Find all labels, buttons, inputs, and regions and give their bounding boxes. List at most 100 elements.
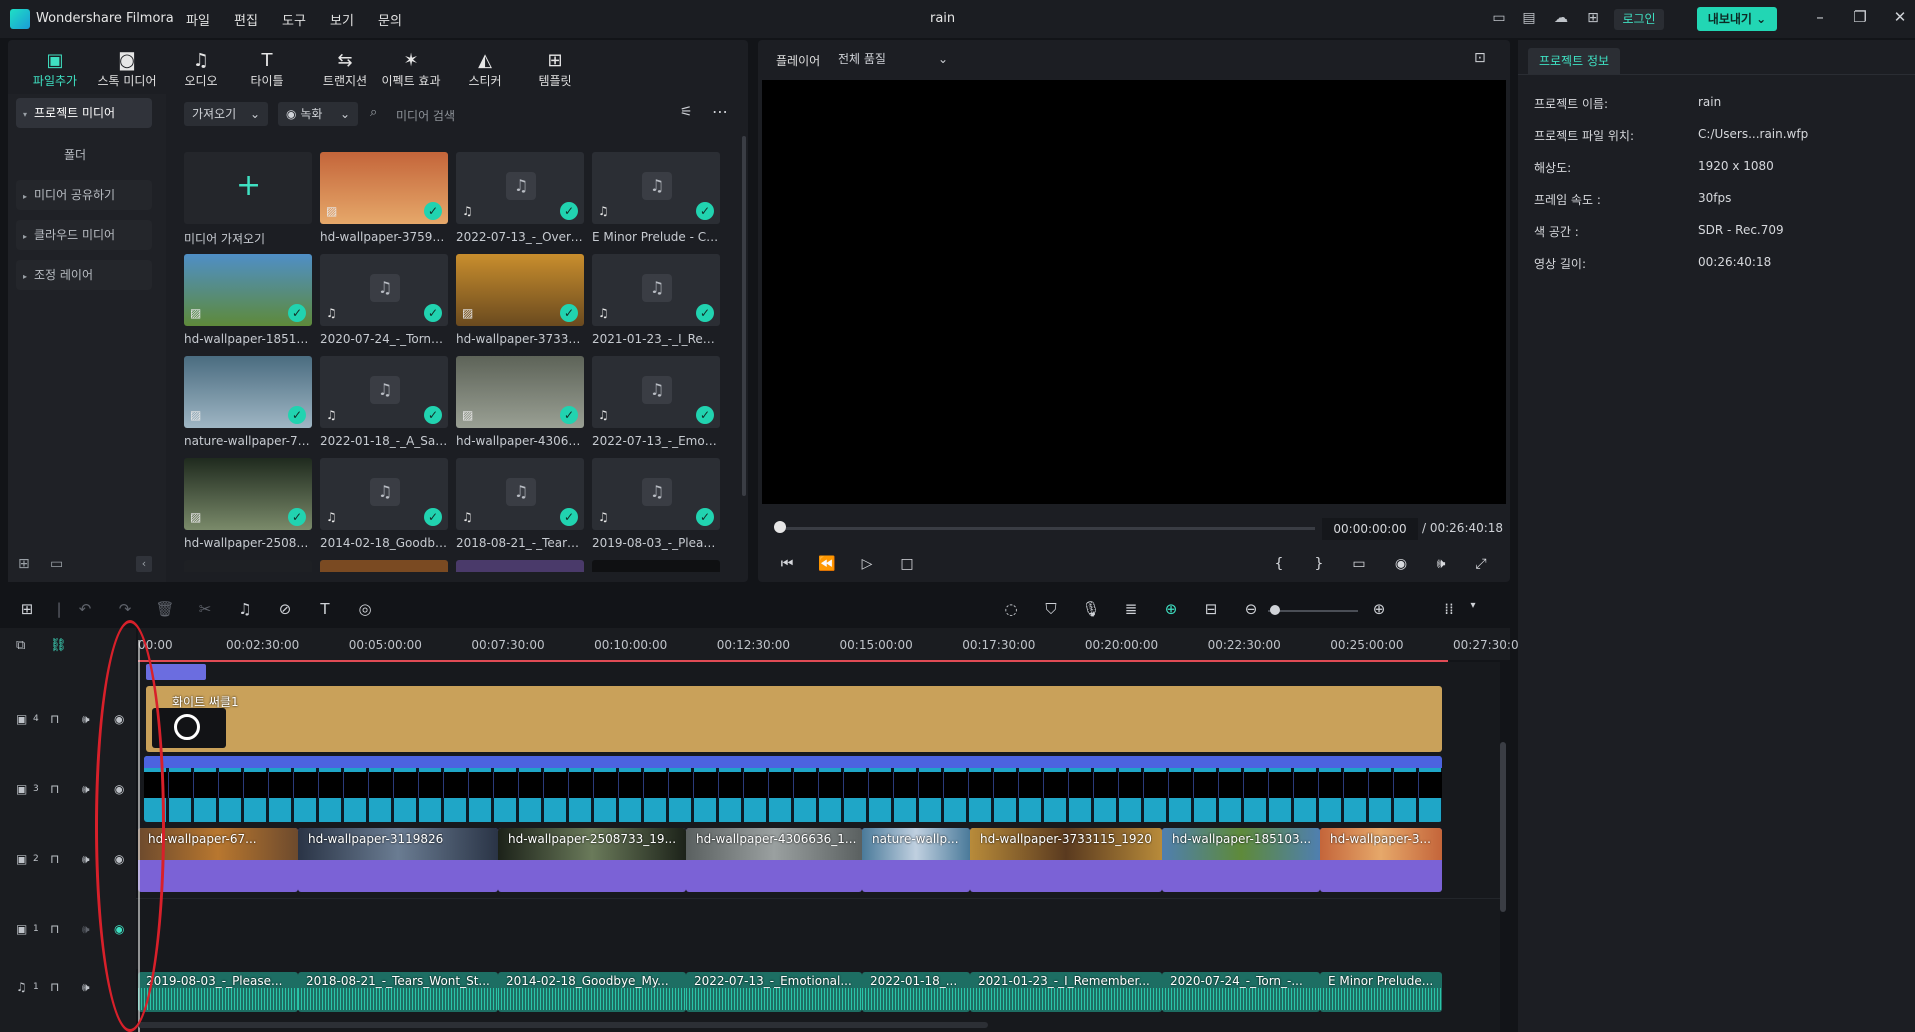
layout-switch-icon[interactable]: ⊞ (16, 600, 38, 620)
snap-icon[interactable]: ⊕ (1160, 600, 1182, 620)
video-clip[interactable]: nature-wallp... (862, 828, 970, 892)
layout-icon[interactable]: ▭ (1490, 10, 1508, 26)
sidebar-item-cloud[interactable]: ▸ 클라우드 미디어 (16, 220, 152, 250)
video-clip[interactable]: hd-wallpaper-4306636_1... (686, 828, 862, 892)
fullscreen-icon[interactable]: ⤢ (1470, 556, 1492, 576)
zoom-slider-knob[interactable] (1270, 605, 1280, 615)
microphone-icon[interactable]: 🎙 (1080, 600, 1102, 620)
video-clip[interactable]: hd-wallpaper-2508733_19... (498, 828, 686, 892)
lock-icon[interactable]: ⊓ (50, 712, 59, 726)
video-clip[interactable]: hd-wallpaper-3733115_1920 (970, 828, 1162, 892)
restore-icon[interactable]: ❐ (1848, 8, 1872, 28)
audio-clip[interactable]: 2021-01-23_-_I_Remember... (970, 972, 1162, 1012)
link-icon[interactable]: ⛓ (50, 638, 67, 653)
timeline-ruler[interactable] (138, 628, 1510, 660)
media-scrollbar[interactable] (742, 136, 746, 496)
speaker-icon[interactable]: 🕪 (82, 712, 90, 727)
close-icon[interactable]: ✕ (1888, 8, 1912, 28)
login-button[interactable]: 로그인 (1614, 9, 1664, 30)
speaker-icon[interactable]: 🕪 (82, 782, 90, 797)
new-folder-icon[interactable]: ⊞ (18, 556, 30, 572)
more-icon[interactable]: ⋯ (712, 102, 728, 121)
media-item[interactable]: ♫ ♫ ✓ 2018-08-21_-_Tears_... (456, 458, 584, 560)
tab-title[interactable]: T 타이틀 (236, 50, 298, 89)
delete-icon[interactable]: 🗑 (154, 600, 176, 620)
collapse-sidebar-icon[interactable]: ‹ (136, 556, 152, 572)
media-item[interactable]: ♫ ♫ ✓ 2019-08-03_-_Please... (592, 458, 720, 560)
chevron-down-icon[interactable]: ▾ (1462, 600, 1484, 620)
media-item[interactable]: ♫ ♫ ✓ 2020-07-24_-_Torn_-... (320, 254, 448, 356)
audio-clip[interactable]: 2020-07-24_-_Torn_-... (1162, 972, 1320, 1012)
zoom-out-icon[interactable]: ⊖ (1240, 600, 1262, 620)
folder-icon[interactable]: ▭ (50, 556, 63, 572)
media-item[interactable]: ♫ ♫ ✓ 2021-01-23_-_I_Rem... (592, 254, 720, 356)
media-item[interactable]: ▨ ✓ hd-wallpaper-250873... (184, 458, 312, 560)
sidebar-item-share[interactable]: ▸ 미디어 공유하기 (16, 180, 152, 210)
redo-icon[interactable]: ↷ (114, 600, 136, 620)
audio-clip[interactable]: 2019-08-03_-_Please... (138, 972, 298, 1012)
top-clip-strip[interactable] (146, 664, 206, 680)
sidebar-project-media[interactable]: ▾ 프로젝트 미디어 (16, 98, 152, 128)
step-back-icon[interactable]: ⏪ (816, 556, 838, 576)
media-item[interactable]: ▨ ✓ nature-wallpaper-746... (184, 356, 312, 458)
add-track-icon[interactable]: ⧉ (16, 638, 25, 653)
tab-template[interactable]: ⊞ 템플릿 (524, 50, 586, 89)
play-icon[interactable]: ▷ (856, 556, 878, 576)
title-clip[interactable]: 화이트 써클1 (146, 686, 1442, 752)
volume-icon[interactable]: 🕪 (1430, 556, 1452, 576)
audio-icon[interactable]: ♫ (234, 600, 256, 620)
render-icon[interactable]: ◌ (1000, 600, 1022, 620)
filter-icon[interactable]: ⚟ (680, 104, 693, 120)
lock-icon[interactable]: ⊓ (50, 782, 59, 796)
export-button[interactable]: 내보내기 ⌄ (1697, 7, 1777, 31)
tab-media[interactable]: ▣ 파일추가 (24, 50, 86, 89)
empty-track-1[interactable] (136, 898, 1500, 969)
snapshot-icon[interactable]: ◉ (1390, 556, 1412, 576)
menu-file[interactable]: 파일 (186, 10, 210, 29)
tab-sticker[interactable]: ◭ 스티커 (454, 50, 516, 89)
playhead-knob[interactable] (774, 521, 786, 533)
media-item[interactable]: ♫ ♫ ✓ 2022-01-18_-_A_Sad... (320, 356, 448, 458)
cloud-upload-icon[interactable]: ☁ (1552, 10, 1570, 26)
tab-project-info[interactable]: 프로젝트 정보 (1528, 48, 1620, 74)
tab-music[interactable]: ♫ 오디오 (170, 50, 232, 89)
audio-clip[interactable]: E Minor Prelude... (1320, 972, 1442, 1012)
menu-help[interactable]: 문의 (378, 10, 402, 29)
minimize-icon[interactable]: – (1808, 8, 1832, 28)
import-dropdown[interactable]: 가져오기 ⌄ (184, 102, 268, 126)
audio-clip[interactable]: 2018-08-21_-_Tears_Wont_St... (298, 972, 498, 1012)
lock-icon[interactable]: ⊓ (50, 922, 59, 936)
tab-effects[interactable]: ✶ 이펙트 효과 (380, 50, 442, 89)
media-item[interactable]: ▨ ✓ hd-wallpaper-430663... (456, 356, 584, 458)
media-item[interactable]: ♫ ♫ ✓ 2022-07-13_-_Overc... (456, 152, 584, 254)
save-icon[interactable]: ▤ (1520, 10, 1538, 26)
apps-grid-icon[interactable]: ⊞ (1584, 10, 1602, 26)
sidebar-folder[interactable]: 폴더 (64, 146, 86, 163)
video-clip[interactable]: hd-wallpaper-3119826 (298, 828, 498, 892)
stop-icon[interactable]: □ (896, 556, 918, 576)
media-item[interactable]: ▨ ✓ hd-wallpaper-185103... (184, 254, 312, 356)
prev-frame-icon[interactable]: ⏮ (776, 556, 798, 576)
audio-clip[interactable]: 2022-01-18_... (862, 972, 970, 1012)
timeline-vertical-scrollbar[interactable] (1500, 742, 1506, 912)
zoom-slider[interactable] (1268, 610, 1358, 612)
color-icon[interactable]: ◎ (354, 600, 376, 620)
media-item[interactable]: + 미디어 가져오기 (184, 152, 312, 254)
fit-icon[interactable]: ⊟ (1200, 600, 1222, 620)
media-item[interactable]: ▨ ✓ hd-wallpaper-375957... (320, 152, 448, 254)
speaker-icon[interactable]: 🕪 (82, 980, 90, 995)
audio-clip[interactable]: 2014-02-18_Goodbye_My... (498, 972, 686, 1012)
cut-icon[interactable]: ✂ (194, 600, 216, 620)
playback-progress[interactable] (780, 527, 1315, 530)
mark-in-icon[interactable]: { (1268, 556, 1290, 576)
text-icon[interactable]: T (314, 600, 336, 620)
tag-icon[interactable]: ⊘ (274, 600, 296, 620)
grid-menu-icon[interactable]: ⁞⁞ (1438, 600, 1460, 620)
video-clip[interactable]: hd-wallpaper-185103... (1162, 828, 1320, 892)
menu-view[interactable]: 보기 (330, 10, 354, 29)
lock-icon[interactable]: ⊓ (50, 980, 59, 994)
zoom-in-icon[interactable]: ⊕ (1368, 600, 1390, 620)
effect-clip[interactable] (144, 756, 1442, 822)
media-item[interactable]: ♫ ♫ ✓ E Minor Prelude - Ch... (592, 152, 720, 254)
media-item[interactable]: ♫ ♫ ✓ 2014-02-18_Goodby... (320, 458, 448, 560)
